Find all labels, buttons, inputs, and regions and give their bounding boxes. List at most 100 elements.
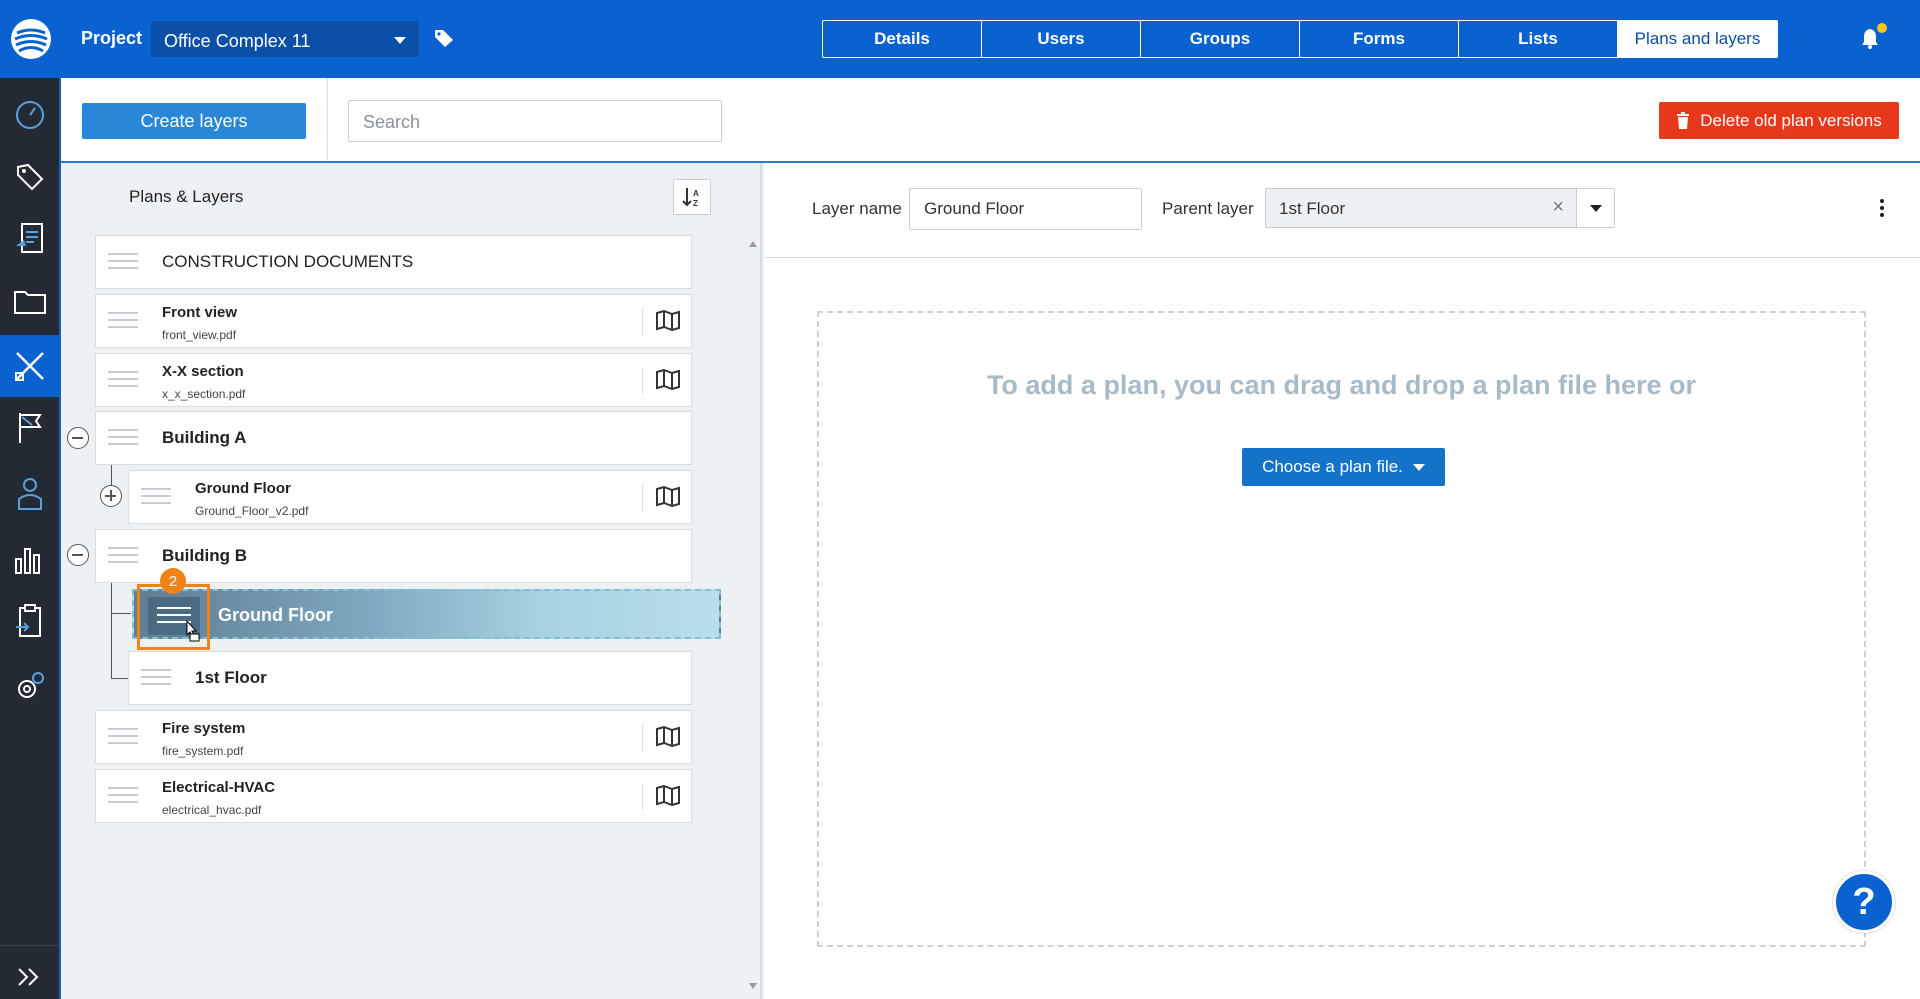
panel-title: Plans & Layers	[129, 187, 244, 206]
layer-name: Building B	[162, 546, 247, 565]
project-label: Project	[81, 28, 143, 48]
tab-forms[interactable]: Forms	[1300, 21, 1459, 57]
tree-connector	[111, 583, 112, 679]
layer-name: Ground Floor	[218, 605, 333, 625]
bell-icon[interactable]	[1860, 27, 1880, 54]
plans-layers-panel: Plans & Layers AZ CONSTRUCTION DOCUMENTS…	[61, 163, 762, 999]
choose-plan-label: Choose a plan file.	[1262, 457, 1403, 476]
reports-icon[interactable]	[0, 208, 59, 270]
app-logo[interactable]	[0, 0, 61, 78]
drag-handle-icon[interactable]	[141, 669, 171, 690]
drag-handle-icon[interactable]	[141, 488, 171, 509]
map-icon[interactable]	[642, 725, 681, 751]
collapse-icon[interactable]	[67, 544, 89, 566]
plan-file: Ground_Floor_v2.pdf	[195, 504, 309, 518]
plans-tools-icon[interactable]	[0, 335, 59, 397]
plan-file: front_view.pdf	[162, 328, 237, 342]
map-icon[interactable]	[642, 784, 681, 810]
layer-detail-panel: Layer name Ground Floor Parent layer 1st…	[764, 163, 1920, 999]
plan-name: Electrical-HVAC	[162, 779, 276, 796]
svg-text:Z: Z	[693, 199, 698, 208]
left-rail	[0, 0, 61, 999]
delete-old-plan-versions-button[interactable]: Delete old plan versions	[1659, 102, 1899, 139]
layer-name: CONSTRUCTION DOCUMENTS	[162, 252, 414, 271]
list-item[interactable]: X-X section x_x_section.pdf	[95, 353, 692, 407]
sort-button[interactable]: AZ	[673, 179, 711, 215]
tab-details[interactable]: Details	[823, 21, 982, 57]
parent-layer-value: 1st Floor	[1279, 199, 1346, 218]
drag-handle-icon[interactable]	[108, 253, 138, 274]
clipboard-icon[interactable]	[0, 590, 59, 652]
map-icon[interactable]	[642, 309, 681, 335]
expand-icon[interactable]	[100, 485, 122, 507]
tab-groups[interactable]: Groups	[1141, 21, 1300, 57]
more-options-icon[interactable]	[1880, 199, 1884, 220]
plan-file: fire_system.pdf	[162, 744, 244, 758]
grab-cursor-icon	[185, 619, 201, 647]
settings-icon[interactable]	[0, 655, 59, 717]
scroll-up-arrow[interactable]	[749, 241, 757, 247]
plan-dropzone[interactable]: To add a plan, you can drag and drop a p…	[817, 311, 1866, 947]
drag-handle-icon[interactable]	[108, 312, 138, 333]
search-input[interactable]: Search	[348, 100, 722, 142]
tags-icon[interactable]	[0, 146, 59, 208]
list-item[interactable]: Fire system fire_system.pdf	[95, 710, 692, 764]
clear-icon[interactable]: ×	[1552, 196, 1564, 219]
chevron-down-icon	[394, 37, 406, 44]
statistics-icon[interactable]	[0, 527, 59, 589]
user-icon[interactable]	[0, 462, 59, 524]
list-item[interactable]: Ground Floor Ground_Floor_v2.pdf	[128, 470, 692, 524]
dashboard-icon[interactable]	[0, 84, 59, 146]
help-button[interactable]: ?	[1833, 871, 1895, 933]
layer-name-input[interactable]: Ground Floor	[909, 188, 1142, 230]
toolbar: Create layers Search Delete old plan ver…	[61, 78, 1920, 163]
logo-icon	[10, 19, 51, 59]
tree-connector	[111, 613, 131, 614]
project-tabs: Details Users Groups Forms Lists Plans a…	[822, 20, 1778, 58]
chevron-down-icon[interactable]	[1576, 189, 1614, 227]
plan-name: Front view	[162, 304, 238, 321]
drag-handle-icon[interactable]	[108, 371, 138, 392]
drag-handle-icon[interactable]	[108, 728, 138, 749]
svg-text:A: A	[693, 189, 699, 198]
top-bar: Project Office Complex 11 Details Users …	[61, 0, 1920, 78]
layer-name-label: Layer name	[812, 199, 902, 218]
drag-handle-icon[interactable]	[108, 547, 138, 568]
list-item[interactable]: 1st Floor	[128, 651, 692, 705]
plan-file: x_x_section.pdf	[162, 387, 246, 401]
create-layers-button[interactable]: Create layers	[82, 103, 306, 139]
map-icon[interactable]	[642, 368, 681, 394]
choose-plan-file-button[interactable]: Choose a plan file.	[1242, 448, 1445, 486]
project-select[interactable]: Office Complex 11	[151, 21, 419, 57]
project-tags-icon[interactable]	[433, 28, 455, 53]
expand-rail-icon[interactable]	[0, 945, 59, 999]
plan-file: electrical_hvac.pdf	[162, 803, 262, 817]
sort-az-icon: AZ	[682, 188, 699, 208]
trash-icon	[1677, 112, 1690, 129]
map-icon[interactable]	[642, 485, 681, 511]
collapse-icon[interactable]	[67, 427, 89, 449]
dropzone-message: To add a plan, you can drag and drop a p…	[986, 370, 1697, 400]
plan-name: X-X section	[162, 363, 244, 380]
list-item[interactable]: Front view front_view.pdf	[95, 294, 692, 348]
divider	[764, 257, 1920, 258]
tab-plans-and-layers[interactable]: Plans and layers	[1618, 21, 1777, 57]
folder-icon[interactable]	[0, 270, 59, 332]
flag-icon[interactable]	[0, 397, 59, 459]
tab-users[interactable]: Users	[982, 21, 1141, 57]
list-item[interactable]: Electrical-HVAC electrical_hvac.pdf	[95, 769, 692, 823]
list-item[interactable]: Building A	[95, 411, 692, 465]
scroll-down-arrow[interactable]	[749, 983, 757, 989]
parent-layer-label: Parent layer	[1162, 199, 1254, 218]
delete-label: Delete old plan versions	[1700, 110, 1882, 130]
drag-handle-icon[interactable]	[108, 787, 138, 808]
tab-lists[interactable]: Lists	[1459, 21, 1618, 57]
drag-handle-icon[interactable]	[108, 429, 138, 450]
layer-name: 1st Floor	[195, 668, 267, 687]
step-badge: 2	[160, 568, 186, 594]
parent-layer-select[interactable]: 1st Floor ×	[1265, 188, 1615, 228]
plan-name: Ground Floor	[195, 480, 291, 497]
dragged-layer-row[interactable]: Ground Floor	[132, 589, 721, 639]
list-item[interactable]: CONSTRUCTION DOCUMENTS	[95, 235, 692, 289]
toolbar-divider	[327, 78, 328, 161]
